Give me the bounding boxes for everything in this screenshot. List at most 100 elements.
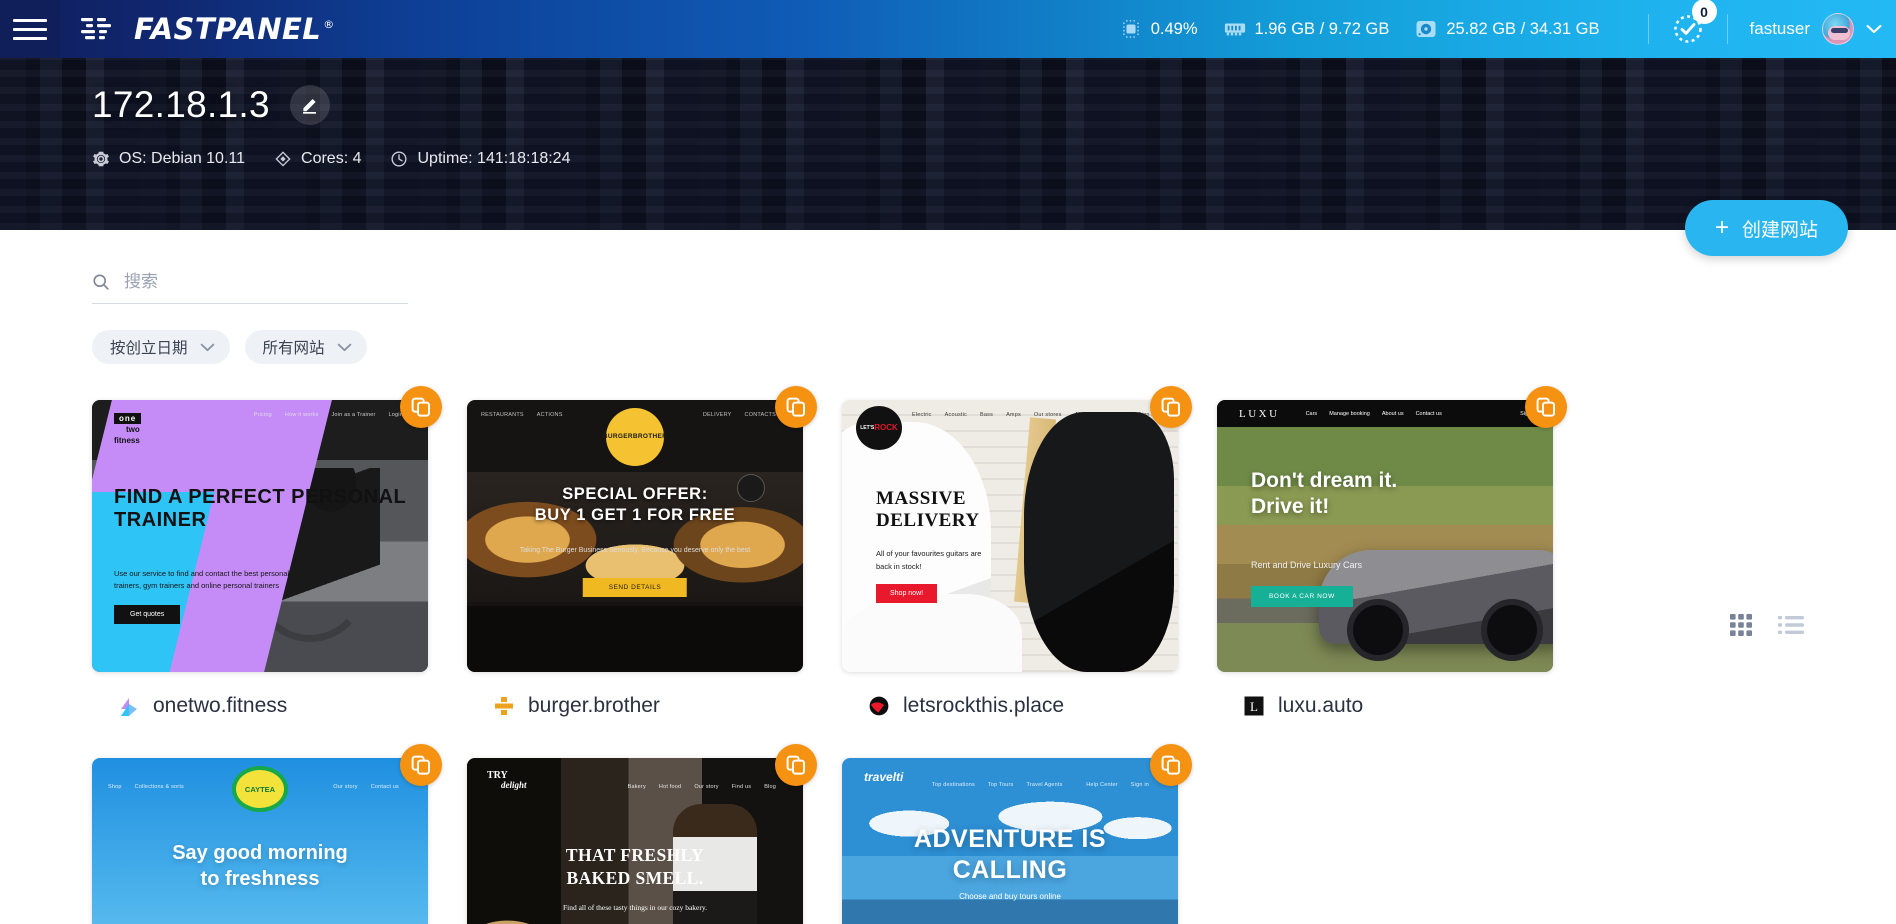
create-website-button[interactable]: + 创建网站 xyxy=(1684,200,1848,256)
brand-logo[interactable]: FASTPANEL ® xyxy=(81,12,335,46)
cores-label: Cores: 4 xyxy=(301,150,362,167)
list-view-icon xyxy=(1778,616,1804,634)
filter-all-sites[interactable]: 所有网站 xyxy=(244,330,367,364)
duplicate-site-button[interactable] xyxy=(775,386,817,428)
duplicate-site-button[interactable] xyxy=(400,744,442,786)
duplicate-site-button[interactable] xyxy=(1150,744,1192,786)
preview-heading-line2: CALLING xyxy=(952,855,1068,884)
site-card[interactable]: Shop Collections & sorts Our story Conta… xyxy=(92,744,442,924)
preview-nav-link: Bass xyxy=(980,412,994,418)
site-preview-burger-brother: RESTAURANTS ACTIONS DELIVERY CONTACTS BU… xyxy=(467,400,803,672)
preview-heading-line2: BUY 1 GET 1 FOR FREE xyxy=(534,506,736,525)
preview-logo-line3: fitness xyxy=(114,435,140,445)
avatar xyxy=(1822,13,1854,45)
preview-logo-line2: two xyxy=(126,424,140,434)
duplicate-site-button[interactable] xyxy=(775,744,817,786)
cores-icon xyxy=(275,151,291,167)
preview-heading: ADVENTURE IS CALLING xyxy=(842,824,1178,885)
preview-nav-link: CONTACTS xyxy=(744,412,776,418)
user-menu[interactable]: fastuser xyxy=(1750,13,1882,45)
preview-nav-link: Help Center xyxy=(1086,782,1118,788)
search-field-wrapper xyxy=(92,272,408,304)
preview-logo: CAYTEA xyxy=(236,770,284,808)
site-card[interactable]: Bakery Hot food Our story Find us Blog T… xyxy=(467,744,817,924)
site-card[interactable]: LUXU Cars Manage booking About us Contac… xyxy=(1217,386,1567,718)
site-thumbnail[interactable]: one two fitness Pricing How it works Joi… xyxy=(92,400,428,672)
server-hero-banner: 172.18.1.3 OS: Debian 10.11 Cores: 4 Upt… xyxy=(0,58,1896,230)
preview-nav-link: Join as a Trainer xyxy=(331,412,376,418)
site-domain: luxu.auto xyxy=(1278,694,1364,717)
preview-cta-button: Shop now! xyxy=(876,584,938,603)
copy-icon xyxy=(411,755,430,775)
list-view-button[interactable] xyxy=(1778,615,1804,640)
duplicate-site-button[interactable] xyxy=(1150,386,1192,428)
preview-logo: LUXU xyxy=(1239,407,1280,420)
preview-nav-link: Contact us xyxy=(370,784,399,790)
site-card[interactable]: RESTAURANTS ACTIONS DELIVERY CONTACTS BU… xyxy=(467,386,817,718)
site-preview-trydelight: Bakery Hot food Our story Find us Blog T… xyxy=(467,758,803,924)
server-meta: OS: Debian 10.11 Cores: 4 Uptime: 141:18… xyxy=(92,150,1896,168)
preview-heading-line1: Say good morning xyxy=(172,842,348,864)
filter-sort-by-date[interactable]: 按创立日期 xyxy=(92,330,230,364)
chevron-down-icon xyxy=(200,343,214,351)
brand-name: FASTPANEL ® xyxy=(134,12,335,46)
preview-heading: MASSIVE DELIVERY xyxy=(876,488,980,533)
site-name-row[interactable]: letsrockthis.place xyxy=(868,694,1178,718)
duplicate-site-button[interactable] xyxy=(1525,386,1567,428)
site-domain: onetwo.fitness xyxy=(153,694,288,717)
site-thumbnail[interactable]: Top destinations Top Tours Travel Agents… xyxy=(842,758,1178,924)
site-thumbnail[interactable]: LUXU Cars Manage booking About us Contac… xyxy=(1217,400,1553,672)
preview-footer-strip xyxy=(467,606,803,672)
preview-paragraph: Rent and Drive Luxury Cars xyxy=(1251,560,1363,570)
site-thumbnail[interactable]: RESTAURANTS ACTIONS DELIVERY CONTACTS BU… xyxy=(467,400,803,672)
site-domain: letsrockthis.place xyxy=(903,694,1065,717)
pencil-edit-icon xyxy=(302,99,316,114)
os-label: OS: Debian 10.11 xyxy=(119,150,246,167)
chevron-down-icon xyxy=(1866,24,1882,34)
preview-heading-line1: MASSIVE xyxy=(876,488,967,509)
preview-nav-link: Top destinations xyxy=(932,782,975,788)
grid-view-button[interactable] xyxy=(1730,614,1752,641)
preview-nav-link: RESTAURANTS xyxy=(481,412,524,418)
preview-guitar-white-2 xyxy=(842,594,1022,672)
clock-icon xyxy=(391,151,407,167)
luxu-auto-favicon: L xyxy=(1244,696,1264,716)
preview-heading-line1: THAT FRESHLY xyxy=(565,845,705,865)
memory-usage-value: 1.96 GB / 9.72 GB xyxy=(1254,19,1390,38)
grid-view-icon xyxy=(1730,614,1752,636)
hamburger-menu-button[interactable] xyxy=(0,0,60,58)
duplicate-site-button[interactable] xyxy=(400,386,442,428)
uptime-info: Uptime: 141:18:18:24 xyxy=(390,150,570,168)
gear-icon xyxy=(93,151,109,167)
preview-heading: Say good morning to freshness xyxy=(92,840,428,892)
site-thumbnail[interactable]: Bakery Hot food Our story Find us Blog T… xyxy=(467,758,803,924)
plus-icon: + xyxy=(1714,214,1729,241)
filter-sort-label: 按创立日期 xyxy=(110,340,188,357)
tasks-button[interactable]: 0 xyxy=(1671,0,1717,46)
svg-text:L: L xyxy=(1250,699,1258,714)
preview-nav-link: About us xyxy=(1381,410,1404,417)
filter-bar: 按创立日期 所有网站 xyxy=(92,330,1804,364)
preview-nav-link: Our story xyxy=(694,784,719,790)
sites-page-content: 按创立日期 所有网站 xyxy=(0,272,1896,924)
preview-nav-link: Manage booking xyxy=(1329,410,1370,417)
preview-heading: Don't dream it. Drive it! xyxy=(1251,468,1397,521)
site-name-row[interactable]: onetwo.fitness xyxy=(118,694,428,718)
sites-grid-row-2: Shop Collections & sorts Our story Conta… xyxy=(92,744,1804,924)
registered-mark: ® xyxy=(323,18,335,32)
site-card[interactable]: one two fitness Pricing How it works Joi… xyxy=(92,386,442,718)
search-input[interactable] xyxy=(123,272,408,292)
disk-usage-stat: 25.82 GB / 34.31 GB xyxy=(1415,19,1600,39)
edit-server-name-button[interactable] xyxy=(289,85,330,125)
preview-heading-line1: SPECIAL OFFER: xyxy=(562,485,708,503)
cores-info: Cores: 4 xyxy=(274,150,361,168)
site-card[interactable]: Electric Acoustic Bass Amps Our stores A… xyxy=(842,386,1192,718)
site-name-row[interactable]: L luxu.auto xyxy=(1243,694,1553,718)
preview-paragraph: Find all of these tasty things in our co… xyxy=(562,903,708,912)
site-card[interactable]: Top destinations Top Tours Travel Agents… xyxy=(842,744,1192,924)
site-thumbnail[interactable]: Electric Acoustic Bass Amps Our stores A… xyxy=(842,400,1178,672)
site-thumbnail[interactable]: Shop Collections & sorts Our story Conta… xyxy=(92,758,428,924)
site-name-row[interactable]: burger.brother xyxy=(493,694,803,718)
preview-nav-signin: Sign in xyxy=(1130,782,1149,788)
preview-heading-line2: to freshness xyxy=(200,868,320,890)
